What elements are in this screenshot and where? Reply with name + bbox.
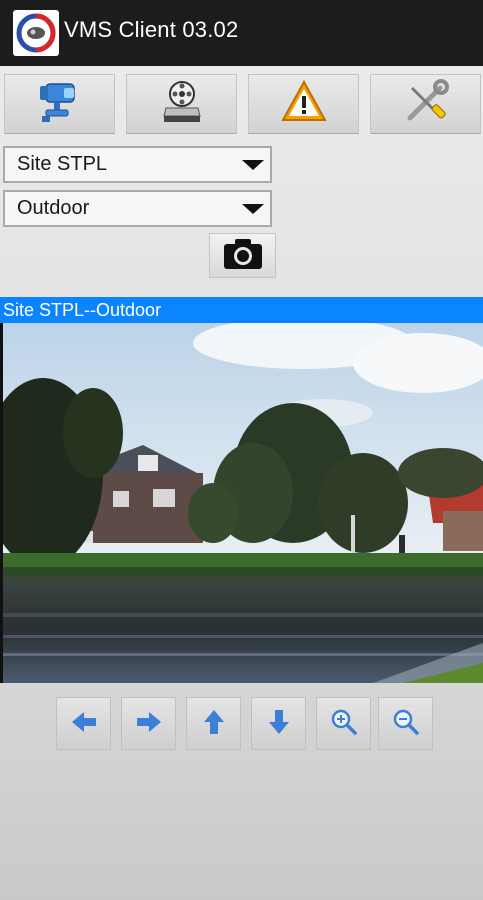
zoom-in-icon [330, 708, 358, 740]
zoom-out-button[interactable] [378, 697, 433, 750]
arrow-down-icon [267, 708, 291, 740]
tools-icon [400, 76, 452, 132]
alerts-button[interactable] [248, 74, 359, 134]
pan-right-button[interactable] [121, 697, 176, 750]
camera-feed-image[interactable] [0, 323, 483, 683]
tilt-down-button[interactable] [251, 697, 306, 750]
arrow-right-icon [135, 710, 163, 738]
site-select[interactable]: Site STPL [3, 146, 272, 183]
tilt-up-button[interactable] [186, 697, 241, 750]
arrow-up-icon [202, 708, 226, 740]
camera-icon [34, 76, 86, 132]
snapshot-button[interactable] [209, 233, 276, 278]
arrow-left-icon [70, 710, 98, 738]
app-logo-icon [13, 10, 59, 56]
chevron-down-icon [242, 204, 264, 214]
zoom-out-icon [392, 708, 420, 740]
app-title: VMS Client 03.02 [64, 17, 239, 42]
site-select-value: Site STPL [17, 153, 108, 175]
pan-left-button[interactable] [56, 697, 111, 750]
title-bar: VMS Client 03.02 [0, 0, 483, 66]
settings-button[interactable] [370, 74, 481, 134]
camera-select-value: Outdoor [17, 197, 90, 219]
camera-icon [222, 237, 264, 275]
chevron-down-icon [242, 160, 264, 170]
warning-icon [278, 76, 330, 132]
zoom-in-button[interactable] [316, 697, 371, 750]
recordings-button[interactable] [126, 74, 237, 134]
cameras-button[interactable] [4, 74, 115, 134]
video-recorder-icon [156, 76, 208, 132]
camera-select[interactable]: Outdoor [3, 190, 272, 227]
feed-title: Site STPL--Outdoor [0, 297, 483, 323]
